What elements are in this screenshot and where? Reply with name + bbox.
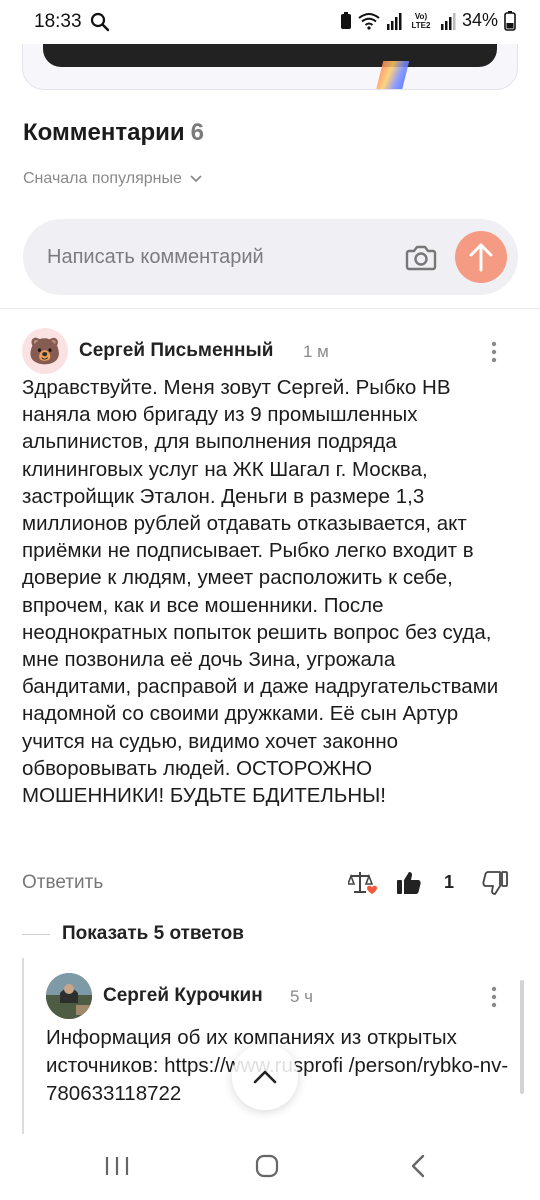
battery-percent: 34% xyxy=(461,10,498,30)
more-vertical-icon[interactable] xyxy=(491,341,497,363)
comments-title-text: Комментарии xyxy=(23,119,185,146)
network-label: Vo) LTE2 xyxy=(411,11,431,30)
scrollbar[interactable] xyxy=(520,980,524,1094)
chevron-up-icon xyxy=(253,1070,277,1084)
battery-icon xyxy=(504,10,516,31)
comment-input-bar xyxy=(23,219,518,295)
signal-icon xyxy=(386,12,402,30)
thread-line xyxy=(22,958,24,1134)
status-icons: Vo) LTE2 34% xyxy=(340,10,516,31)
scales-award-icon[interactable] xyxy=(346,868,378,903)
comment-text: Здравствуйте. Меня зовут Сергей. Рыбко Н… xyxy=(22,376,499,808)
like-count: 1 xyxy=(444,872,455,892)
replies-connector xyxy=(22,934,50,935)
signal-icon-2 xyxy=(440,12,456,30)
back-icon[interactable] xyxy=(410,1154,426,1183)
search-icon xyxy=(90,12,110,37)
comment-author[interactable]: Сергей Письменный xyxy=(79,340,273,362)
thumbs-down-icon[interactable] xyxy=(482,870,508,901)
comment-time: 1 м xyxy=(303,342,329,361)
status-time: 18:33 xyxy=(34,11,82,32)
chevron-down-icon xyxy=(190,170,202,188)
reply-avatar-photo xyxy=(46,973,92,1019)
comment-input[interactable] xyxy=(47,241,387,273)
thumbs-up-icon[interactable] xyxy=(396,870,422,901)
battery-saver-icon xyxy=(340,11,352,30)
status-bar: 18:33 Vo) LTE2 34% xyxy=(0,0,540,44)
comments-count: 6 xyxy=(190,119,204,146)
avatar-emoji: 🐻 xyxy=(28,335,62,366)
divider xyxy=(0,308,540,309)
sort-dropdown[interactable]: Сначала популярные xyxy=(23,170,202,188)
avatar[interactable]: 🐻 xyxy=(22,328,68,374)
system-nav-bar xyxy=(0,1134,540,1200)
home-icon[interactable] xyxy=(255,1154,279,1183)
recents-icon[interactable] xyxy=(104,1154,130,1183)
comments-title: Комментарии 6 xyxy=(23,119,204,147)
arrow-up-icon xyxy=(469,243,493,272)
reply-time: 5 ч xyxy=(290,987,314,1006)
send-button[interactable] xyxy=(455,231,507,283)
camera-icon[interactable] xyxy=(403,239,439,275)
comment-actions: Ответить 1 xyxy=(22,868,518,900)
more-vertical-icon[interactable] xyxy=(491,986,497,1008)
reply-avatar[interactable] xyxy=(46,973,92,1019)
reply-author[interactable]: Сергей Курочкин xyxy=(103,985,263,1007)
sort-label: Сначала популярные xyxy=(23,170,182,187)
scroll-to-top-button[interactable] xyxy=(232,1044,298,1110)
wifi-icon xyxy=(358,12,380,30)
show-replies-button[interactable]: Показать 5 ответов xyxy=(62,923,244,945)
reply-button[interactable]: Ответить xyxy=(22,872,103,894)
